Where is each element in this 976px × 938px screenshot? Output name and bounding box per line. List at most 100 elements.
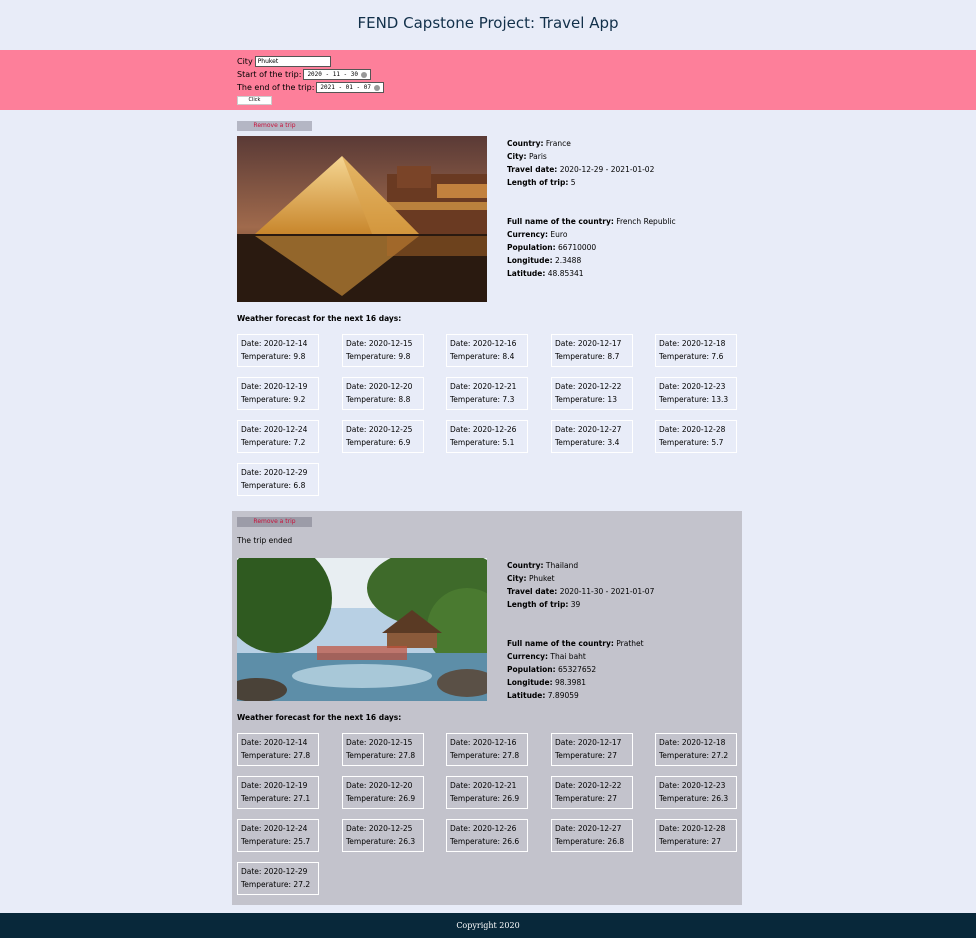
forecast-temperature: Temperature: 26.3 <box>346 837 416 846</box>
trip-info: Country: France City: Paris Travel date:… <box>507 137 676 280</box>
forecast-temperature: Temperature: 26.9 <box>346 794 416 803</box>
forecast-date: Date: 2020-12-17 <box>555 738 622 747</box>
length-label: Length of trip: <box>507 178 569 187</box>
travel-date-value: 2020-11-30 - 2021-01-07 <box>559 587 655 596</box>
forecast-temperature: Temperature: 3.4 <box>555 438 620 447</box>
forecast-card: Date: 2020-12-25 Temperature: 6.9 <box>342 420 424 453</box>
forecast-date: Date: 2020-12-14 <box>241 339 308 348</box>
population-value: 66710000 <box>558 243 597 252</box>
population-line: Population: 65327652 <box>507 663 654 676</box>
forecast-title: Weather forecast for the next 16 days: <box>237 713 402 722</box>
forecast-date: Date: 2020-12-16 <box>450 339 517 348</box>
forecast-temperature: Temperature: 7.3 <box>450 395 515 404</box>
longitude-line: Longitude: 98.3981 <box>507 676 654 689</box>
forecast-card: Date: 2020-12-24 Temperature: 7.2 <box>237 420 319 453</box>
population-label: Population: <box>507 665 556 674</box>
longitude-label: Longitude: <box>507 256 553 265</box>
latitude-value: 48.85341 <box>547 269 584 278</box>
travel-date-value: 2020-12-29 - 2021-01-02 <box>559 165 655 174</box>
destination-photo <box>237 136 487 302</box>
forecast-temperature: Temperature: 13.3 <box>659 395 729 404</box>
forecast-card: Date: 2020-12-20 Temperature: 26.9 <box>342 776 424 809</box>
city-label: City <box>237 57 253 66</box>
city-input[interactable]: Phuket <box>254 56 331 67</box>
length-line: Length of trip: 5 <box>507 176 676 189</box>
city-row: City Phuket <box>237 56 331 67</box>
forecast-card: Date: 2020-12-18 Temperature: 7.6 <box>655 334 737 367</box>
forecast-temperature: Temperature: 27 <box>659 837 721 846</box>
forecast-temperature: Temperature: 6.8 <box>241 481 306 490</box>
population-line: Population: 66710000 <box>507 241 676 254</box>
full-name-label: Full name of the country: <box>507 639 614 648</box>
forecast-date: Date: 2020-12-28 <box>659 824 726 833</box>
start-date-input[interactable]: 2020 - 11 - 30 <box>303 69 372 80</box>
forecast-temperature: Temperature: 27.2 <box>241 880 311 889</box>
country-value: France <box>545 139 571 148</box>
longitude-line: Longitude: 2.3488 <box>507 254 676 267</box>
forecast-date: Date: 2020-12-14 <box>241 738 308 747</box>
forecast-card: Date: 2020-12-25 Temperature: 26.3 <box>342 819 424 852</box>
remove-trip-button[interactable]: Remove a trip <box>237 517 312 527</box>
forecast-card: Date: 2020-12-14 Temperature: 27.8 <box>237 733 319 766</box>
forecast-card: Date: 2020-12-19 Temperature: 27.1 <box>237 776 319 809</box>
forecast-temperature: Temperature: 27 <box>555 794 617 803</box>
forecast-date: Date: 2020-12-25 <box>346 425 413 434</box>
trip-card: Remove a trip The trip ended Country: Th… <box>232 511 742 905</box>
footer: Copyright 2020 <box>0 913 976 938</box>
forecast-card: Date: 2020-12-29 Temperature: 27.2 <box>237 862 319 895</box>
forecast-card: Date: 2020-12-20 Temperature: 8.8 <box>342 377 424 410</box>
forecast-date: Date: 2020-12-22 <box>555 382 622 391</box>
submit-button[interactable]: Click <box>237 96 272 105</box>
forecast-card: Date: 2020-12-21 Temperature: 7.3 <box>446 377 528 410</box>
forecast-date: Date: 2020-12-22 <box>555 781 622 790</box>
forecast-date: Date: 2020-12-27 <box>555 425 622 434</box>
length-label: Length of trip: <box>507 600 569 609</box>
forecast-card: Date: 2020-12-22 Temperature: 27 <box>551 776 633 809</box>
latitude-line: Latitude: 7.89059 <box>507 689 654 702</box>
currency-line: Currency: Euro <box>507 228 676 241</box>
travel-date-label: Travel date: <box>507 587 558 596</box>
end-date-input[interactable]: 2021 - 01 - 07 <box>316 82 384 93</box>
forecast-card: Date: 2020-12-14 Temperature: 9.8 <box>237 334 319 367</box>
forecast-temperature: Temperature: 26.8 <box>555 837 625 846</box>
forecast-temperature: Temperature: 26.9 <box>450 794 520 803</box>
forecast-date: Date: 2020-12-23 <box>659 382 726 391</box>
start-row: Start of the trip: 2020 - 11 - 30 <box>237 69 372 80</box>
forecast-temperature: Temperature: 27.8 <box>346 751 416 760</box>
full-name-label: Full name of the country: <box>507 217 614 226</box>
end-date-value: 2021 - 01 - 07 <box>320 84 371 91</box>
forecast-date: Date: 2020-12-28 <box>659 425 726 434</box>
forecast-date: Date: 2020-12-26 <box>450 425 517 434</box>
population-value: 65327652 <box>558 665 597 674</box>
forecast-card: Date: 2020-12-23 Temperature: 26.3 <box>655 776 737 809</box>
forecast-temperature: Temperature: 26.3 <box>659 794 729 803</box>
forecast-date: Date: 2020-12-20 <box>346 781 413 790</box>
clear-icon[interactable] <box>361 71 368 78</box>
end-row: The end of the trip: 2021 - 01 - 07 <box>237 82 384 93</box>
forecast-card: Date: 2020-12-17 Temperature: 8.7 <box>551 334 633 367</box>
forecast-temperature: Temperature: 8.4 <box>450 352 515 361</box>
latitude-label: Latitude: <box>507 691 546 700</box>
forecast-temperature: Temperature: 9.8 <box>241 352 306 361</box>
forecast-date: Date: 2020-12-15 <box>346 339 413 348</box>
forecast-date: Date: 2020-12-26 <box>450 824 517 833</box>
forecast-temperature: Temperature: 27.1 <box>241 794 311 803</box>
forecast-temperature: Temperature: 7.2 <box>241 438 306 447</box>
forecast-card: Date: 2020-12-15 Temperature: 9.8 <box>342 334 424 367</box>
forecast-date: Date: 2020-12-15 <box>346 738 413 747</box>
currency-label: Currency: <box>507 230 549 239</box>
remove-trip-button[interactable]: Remove a trip <box>237 121 312 131</box>
forecast-date: Date: 2020-12-16 <box>450 738 517 747</box>
start-label: Start of the trip: <box>237 70 302 79</box>
currency-label: Currency: <box>507 652 549 661</box>
clear-icon[interactable] <box>373 84 380 91</box>
full-name-line: Full name of the country: Prathet <box>507 637 654 650</box>
forecast-temperature: Temperature: 27.2 <box>659 751 729 760</box>
country-line: Country: France <box>507 137 676 150</box>
forecast-card: Date: 2020-12-19 Temperature: 9.2 <box>237 377 319 410</box>
forecast-date: Date: 2020-12-27 <box>555 824 622 833</box>
forecast-title: Weather forecast for the next 16 days: <box>237 314 402 323</box>
forecast-card: Date: 2020-12-27 Temperature: 26.8 <box>551 819 633 852</box>
forecast-card: Date: 2020-12-16 Temperature: 8.4 <box>446 334 528 367</box>
latitude-label: Latitude: <box>507 269 546 278</box>
